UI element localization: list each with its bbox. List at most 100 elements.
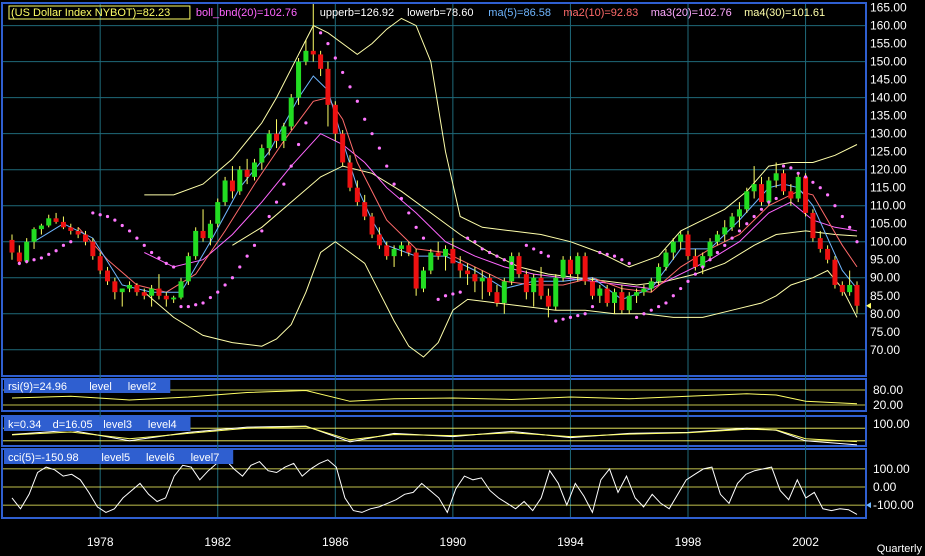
candle-body-down <box>105 270 111 282</box>
candle-body-up <box>391 248 397 257</box>
legend-item: ma3(20)=102.76 <box>651 7 732 19</box>
sar-dot <box>781 164 786 168</box>
candle-body-up <box>428 252 434 271</box>
legend-item: level5 <box>101 452 130 464</box>
sar-dot <box>539 250 543 255</box>
sar-dot <box>737 229 742 233</box>
sar-dot <box>186 304 190 309</box>
candle <box>685 230 691 260</box>
legend-item: rsi(9)=24.96 <box>8 381 67 393</box>
sar-dot <box>54 249 58 253</box>
candle-body-up <box>509 256 515 282</box>
sar-dot <box>333 56 337 60</box>
candle-body-down <box>567 259 573 275</box>
price-tick-label: 105.00 <box>870 217 907 231</box>
sar-dot <box>723 243 727 247</box>
legend-item: (US Dollar Index NYBOT)=82.23 <box>11 7 170 19</box>
legend-item: level3 <box>103 419 132 431</box>
sar-dot <box>642 312 646 316</box>
sar-dot <box>216 290 220 294</box>
sar-dot <box>17 261 21 265</box>
sar-dot <box>495 254 499 258</box>
candle <box>560 256 566 282</box>
sar-dot <box>745 222 749 226</box>
candle <box>509 252 515 285</box>
sar-dot <box>113 218 117 222</box>
sar-dot <box>510 261 514 265</box>
candle-body-down <box>839 284 845 293</box>
price-tick-label: 150.00 <box>870 55 907 69</box>
candle-body-up <box>700 256 706 267</box>
sar-dot <box>355 99 359 103</box>
oscillator-tick-label: -100.00 <box>873 498 914 512</box>
cci-legend: cci(5)=-150.98 level5 level6 level7 <box>4 450 234 464</box>
candle-body-up <box>847 284 853 293</box>
candle-body-up <box>670 241 676 253</box>
candle-body-down <box>376 234 382 246</box>
sar-dot <box>91 211 95 215</box>
legend-item: level7 <box>191 452 220 464</box>
sar-dot <box>686 279 690 283</box>
candle-body-up <box>751 184 757 192</box>
candle-body-down <box>112 281 118 293</box>
sar-dot <box>708 258 712 262</box>
sar-dot <box>774 196 778 201</box>
candle-body-down <box>163 295 169 300</box>
sar-dot <box>833 204 837 208</box>
candle-body-down <box>604 288 610 303</box>
sar-dot <box>620 258 624 262</box>
legend-item: level2 <box>128 381 157 393</box>
price-tick-label: 155.00 <box>870 37 907 51</box>
candle-body-up <box>766 180 772 203</box>
legend-item: cci(5)=-150.98 <box>8 452 79 464</box>
candle-body-down <box>68 227 74 231</box>
price-tick-label: 100.00 <box>870 235 907 249</box>
candle-body-up <box>656 266 662 282</box>
candle-body-down <box>53 218 59 222</box>
candle-body-down <box>589 281 595 296</box>
candle-body-up <box>722 227 728 235</box>
sar-dot <box>377 146 381 150</box>
candle-body-up <box>288 97 294 127</box>
sar-dot <box>664 301 668 305</box>
legend-item: ma4(30)=101.61 <box>744 7 825 19</box>
legend-item: lowerb=78.60 <box>407 7 473 19</box>
sar-dot <box>811 180 815 184</box>
candle-body-up <box>46 218 52 226</box>
candle-body-up <box>744 191 750 210</box>
price-tick-label: 115.00 <box>870 181 906 195</box>
candle-body-up <box>634 292 640 296</box>
candle-body-down <box>354 187 360 203</box>
candle-body-up <box>259 148 265 163</box>
candle <box>795 173 801 203</box>
sar-dot <box>135 236 139 240</box>
candle-body-down <box>325 68 331 105</box>
sar-dot <box>605 252 609 256</box>
candle-body-down <box>487 277 493 293</box>
candle-body-up <box>222 180 228 203</box>
sar-dot <box>326 42 330 46</box>
sar-dot <box>157 256 161 260</box>
candle-body-up <box>178 281 184 298</box>
candle-body-up <box>501 281 507 303</box>
candle-body-up <box>729 216 735 228</box>
sar-dot <box>671 294 675 298</box>
sar-dot <box>693 272 697 276</box>
sar-dot <box>120 223 124 228</box>
price-tick-label: 75.00 <box>870 325 900 339</box>
candle-body-up <box>398 245 404 249</box>
legend-item: boll_bnd(20)=102.76 <box>196 7 297 19</box>
price-tick-label: 135.00 <box>870 109 907 123</box>
price-tick-label: 90.00 <box>870 271 900 285</box>
candle <box>193 227 199 260</box>
candle-body-up <box>641 288 647 293</box>
candle-body-down <box>318 54 324 69</box>
sar-dot <box>818 186 822 190</box>
candle-body-down <box>825 248 831 260</box>
year-tick-label: 1998 <box>675 535 702 549</box>
sar-dot <box>796 171 800 175</box>
candle-body-down <box>619 292 625 311</box>
candle-body-up <box>185 256 191 282</box>
candle-body-up <box>171 297 177 300</box>
candle-body-down <box>810 212 816 239</box>
